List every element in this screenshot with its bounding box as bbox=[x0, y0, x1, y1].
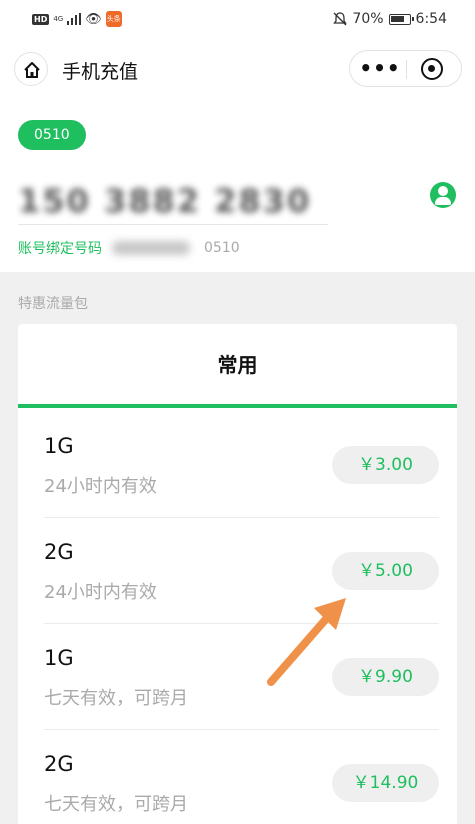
phone-number-input[interactable]: 150 3882 2830 bbox=[18, 182, 311, 220]
home-icon bbox=[24, 62, 40, 78]
bind-suffix: 0510 bbox=[204, 240, 240, 256]
network-label: 4G bbox=[53, 14, 64, 23]
package-desc: 24小时内有效 bbox=[44, 476, 157, 497]
close-target-icon[interactable] bbox=[421, 58, 443, 80]
capsule-divider bbox=[406, 60, 407, 79]
eye-icon: 👁 bbox=[85, 11, 102, 27]
home-button[interactable] bbox=[14, 52, 48, 86]
bind-info-row: 账号绑定号码 0510 bbox=[18, 238, 240, 258]
package-size: 2G bbox=[44, 752, 74, 776]
mini-program-capsule: ••• bbox=[349, 50, 462, 87]
package-desc: 24小时内有效 bbox=[44, 582, 157, 603]
package-desc: 七天有效，可跨月 bbox=[44, 688, 188, 709]
package-desc: 七天有效，可跨月 bbox=[44, 794, 188, 815]
tab-common[interactable]: 常用 bbox=[18, 324, 457, 406]
signal-icon bbox=[67, 13, 82, 25]
price-button[interactable]: ￥3.00 bbox=[332, 446, 439, 484]
nav-bar: 手机充值 ••• bbox=[0, 40, 475, 98]
status-right: 70% 6:54 bbox=[333, 11, 447, 27]
price-button[interactable]: ￥9.90 bbox=[332, 658, 439, 696]
status-left: HD 4G 👁 头条 bbox=[32, 11, 122, 27]
more-dots-icon[interactable]: ••• bbox=[356, 51, 404, 88]
hd-badge: HD bbox=[32, 13, 50, 25]
account-tag[interactable]: 0510 bbox=[18, 120, 86, 150]
account-section: 0510 150 3882 2830 账号绑定号码 0510 bbox=[0, 98, 475, 272]
bind-number-blurred bbox=[112, 241, 190, 255]
package-item[interactable]: 2G 七天有效，可跨月 ￥14.90 bbox=[18, 730, 457, 824]
clock: 6:54 bbox=[415, 11, 447, 27]
package-size: 2G bbox=[44, 540, 74, 564]
battery-icon bbox=[388, 13, 414, 25]
tab-indicator bbox=[18, 404, 457, 408]
package-item[interactable]: 2G 24小时内有效 ￥5.00 bbox=[18, 518, 457, 624]
contact-person-icon[interactable] bbox=[430, 182, 456, 208]
news-app-badge: 头条 bbox=[105, 11, 122, 27]
package-size: 1G bbox=[44, 646, 74, 670]
price-button[interactable]: ￥5.00 bbox=[332, 552, 439, 590]
status-bar: HD 4G 👁 头条 70% 6:54 bbox=[0, 0, 475, 40]
page-title: 手机充值 bbox=[62, 61, 139, 83]
mute-bell-icon bbox=[333, 12, 348, 26]
package-item[interactable]: 1G 24小时内有效 ￥3.00 bbox=[18, 412, 457, 518]
bind-label: 账号绑定号码 bbox=[18, 241, 102, 257]
package-size: 1G bbox=[44, 434, 74, 458]
package-item[interactable]: 1G 七天有效，可跨月 ￥9.90 bbox=[18, 624, 457, 730]
phone-input-underline bbox=[18, 224, 328, 225]
battery-percent: 70% bbox=[352, 11, 384, 27]
price-button[interactable]: ￥14.90 bbox=[332, 764, 439, 802]
section-label: 特惠流量包 bbox=[18, 296, 88, 312]
package-card: 常用 1G 24小时内有效 ￥3.00 2G 24小时内有效 ￥5.00 1G … bbox=[18, 324, 457, 824]
